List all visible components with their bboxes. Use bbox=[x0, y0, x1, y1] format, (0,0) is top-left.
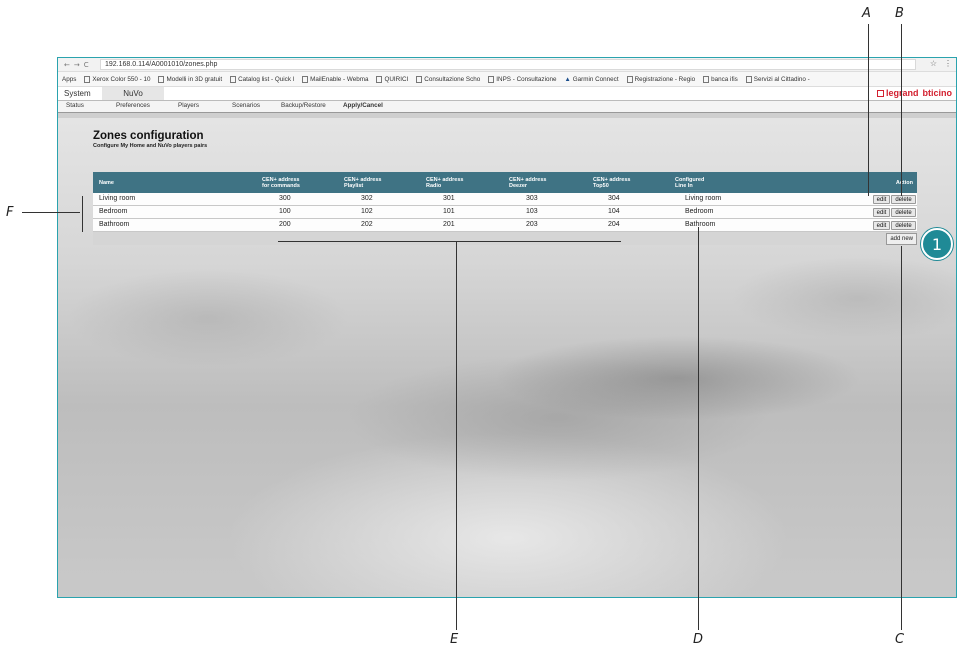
playlist-address: 302 bbox=[361, 195, 373, 202]
col-deezer: CEN+ address Deezer bbox=[509, 177, 547, 189]
menu-item-apply-cancel[interactable]: Apply/Cancel bbox=[343, 102, 383, 109]
col-top50: CEN+ address Top50 bbox=[593, 177, 631, 189]
top50-address: 304 bbox=[608, 195, 620, 202]
bookmark-item[interactable]: banca ifis bbox=[703, 75, 738, 83]
bookmark-item[interactable]: ▲ Garmin Connect bbox=[564, 76, 618, 83]
bookmark-item[interactable]: Apps bbox=[62, 76, 76, 83]
playlist-address: 102 bbox=[361, 208, 373, 215]
page-icon bbox=[745, 75, 752, 83]
zones-table: Name CEN+ address for commands CEN+ addre… bbox=[93, 172, 917, 245]
callout-line-d bbox=[698, 227, 699, 630]
col-action: Action bbox=[895, 180, 913, 186]
deezer-address: 203 bbox=[526, 221, 538, 228]
line-in: Bedroom bbox=[685, 208, 714, 215]
page-icon bbox=[230, 75, 237, 83]
bookmark-item[interactable]: Catalog list - Quick l bbox=[230, 75, 294, 83]
page-icon bbox=[626, 75, 633, 83]
page-icon bbox=[376, 75, 383, 83]
callout-b: B bbox=[895, 6, 904, 21]
radio-address: 101 bbox=[443, 208, 455, 215]
menu-item-status[interactable]: Status bbox=[66, 102, 84, 109]
callout-d: D bbox=[693, 632, 704, 647]
garmin-icon: ▲ bbox=[564, 75, 571, 83]
col-line-in: Configured Line In bbox=[675, 177, 705, 189]
callout-line-b bbox=[901, 24, 902, 196]
table-row: Living room 300 302 301 303 304 Living r… bbox=[93, 193, 917, 206]
page-icon bbox=[158, 75, 165, 83]
line-in: Bathroom bbox=[685, 221, 716, 228]
menu-item-preferences[interactable]: Preferences bbox=[116, 102, 150, 109]
cmd-address: 300 bbox=[279, 195, 291, 202]
callout-line-c bbox=[901, 246, 902, 630]
page-subtitle: Configure My Home and NuVo players pairs bbox=[93, 143, 208, 149]
radio-address: 201 bbox=[443, 221, 455, 228]
page-icon bbox=[488, 75, 495, 83]
playlist-address: 202 bbox=[361, 221, 373, 228]
deezer-address: 303 bbox=[526, 195, 538, 202]
legrand-square-icon bbox=[876, 90, 884, 97]
line-in: Living room bbox=[685, 195, 722, 202]
top50-address: 104 bbox=[608, 208, 620, 215]
bookmark-item[interactable]: Servizi al Cittadino - bbox=[745, 75, 810, 83]
browser-extension-icons[interactable]: ☆ ⋮ bbox=[930, 59, 952, 68]
bookmark-item[interactable]: Consultazione Scho bbox=[416, 75, 480, 83]
bookmark-item[interactable]: MailEnable - Webma bbox=[302, 75, 368, 83]
menu-item-scenarios[interactable]: Scenarios bbox=[232, 102, 260, 109]
cmd-address: 100 bbox=[279, 208, 291, 215]
add-new-button[interactable]: add new bbox=[886, 233, 917, 245]
page-icon bbox=[703, 75, 710, 83]
callout-f: F bbox=[6, 205, 14, 220]
radio-address: 301 bbox=[443, 195, 455, 202]
bookmark-item[interactable]: Registrazione - Regio bbox=[626, 75, 695, 83]
callout-line-a bbox=[868, 24, 869, 196]
bookmark-item[interactable]: QUIRICI bbox=[376, 75, 408, 83]
zone-name: Bedroom bbox=[99, 208, 128, 215]
edit-button[interactable]: edit bbox=[873, 220, 890, 230]
callout-a: A bbox=[862, 6, 871, 21]
callout-line-e bbox=[456, 241, 457, 630]
page-icon bbox=[302, 75, 309, 83]
tab-nuvo[interactable]: NuVo bbox=[102, 87, 164, 100]
top50-address: 204 bbox=[608, 221, 620, 228]
app-tabs: System NuVo legrand bticino bbox=[58, 87, 956, 101]
browser-screenshot: ←→C 192.168.0.114/A0001010/zones.php ☆ ⋮ … bbox=[57, 57, 957, 598]
col-cmd: CEN+ address for commands bbox=[262, 177, 300, 189]
col-playlist: CEN+ address Playlist bbox=[344, 177, 382, 189]
table-row: Bathroom 200 202 201 203 204 Bathroom ed… bbox=[93, 219, 917, 232]
table-row: Bedroom 100 102 101 103 104 Bedroom edit… bbox=[93, 206, 917, 219]
callout-bracket-f bbox=[82, 196, 83, 232]
callout-c: C bbox=[895, 632, 905, 647]
callout-line-e-span bbox=[278, 241, 621, 242]
brand-logo: legrand bticino bbox=[876, 88, 952, 98]
browser-nav-icons[interactable]: ←→C bbox=[58, 61, 100, 69]
zone-name: Bathroom bbox=[99, 221, 130, 228]
delete-button[interactable]: delete bbox=[891, 220, 916, 230]
deezer-address: 103 bbox=[526, 208, 538, 215]
menu-item-backup-restore[interactable]: Backup/Restore bbox=[281, 102, 326, 109]
table-header: Name CEN+ address for commands CEN+ addre… bbox=[93, 172, 917, 193]
table-footer: add new bbox=[93, 232, 917, 245]
edit-button[interactable]: edit bbox=[873, 194, 890, 204]
nuvo-menu: Status Preferences Players Scenarios Bac… bbox=[58, 101, 956, 113]
browser-address-bar: ←→C 192.168.0.114/A0001010/zones.php ☆ ⋮ bbox=[58, 58, 956, 72]
page-icon bbox=[84, 75, 91, 83]
page-title: Zones configuration bbox=[93, 130, 204, 142]
bookmark-item[interactable]: INPS - Consultazione bbox=[488, 75, 556, 83]
cmd-address: 200 bbox=[279, 221, 291, 228]
url-field[interactable]: 192.168.0.114/A0001010/zones.php bbox=[100, 59, 916, 70]
menu-item-players[interactable]: Players bbox=[178, 102, 199, 109]
col-radio: CEN+ address Radio bbox=[426, 177, 464, 189]
edit-button[interactable]: edit bbox=[873, 207, 890, 217]
col-name: Name bbox=[99, 180, 114, 186]
zone-name: Living room bbox=[99, 195, 136, 202]
page-icon bbox=[416, 75, 423, 83]
bookmark-item[interactable]: Xerox Color 550 - 10 bbox=[84, 75, 150, 83]
delete-button[interactable]: delete bbox=[891, 194, 916, 204]
callout-e: E bbox=[450, 632, 459, 647]
step-badge: 1 bbox=[921, 228, 953, 260]
bookmark-item[interactable]: Modelli in 3D gratuit bbox=[158, 75, 222, 83]
callout-line-f bbox=[22, 212, 80, 213]
delete-button[interactable]: delete bbox=[891, 207, 916, 217]
bookmarks-bar: Apps Xerox Color 550 - 10 Modelli in 3D … bbox=[58, 72, 956, 87]
